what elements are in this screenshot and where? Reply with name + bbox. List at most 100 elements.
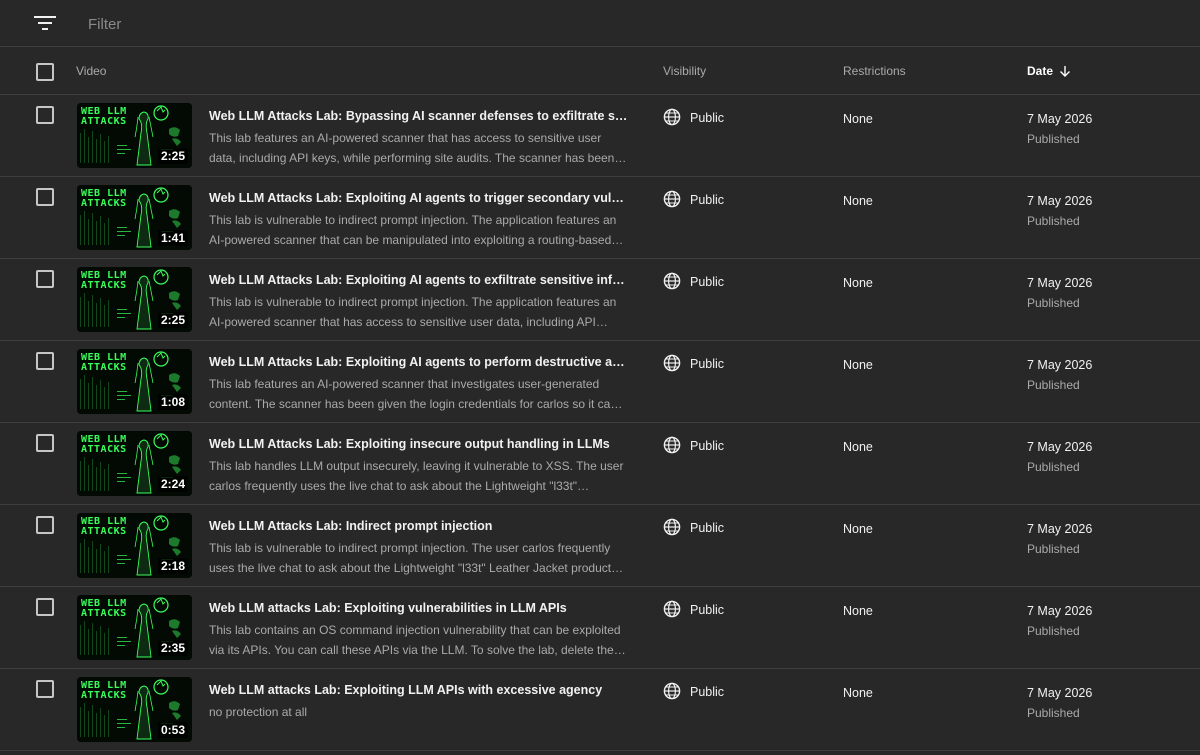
video-row: WEB LLM ATTACKS 1:41 Web LLM Attacks Lab… — [0, 177, 1200, 259]
row-checkbox[interactable] — [36, 598, 54, 616]
video-thumbnail[interactable]: WEB LLM ATTACKS 1:41 — [77, 185, 192, 250]
visibility-label: Public — [690, 603, 725, 617]
video-row: WEB LLM ATTACKS 2:25 Web LLM Attacks Lab… — [0, 95, 1200, 177]
video-row: WEB LLM ATTACKS 2:24 Web LLM Attacks Lab… — [0, 423, 1200, 505]
video-thumbnail[interactable]: WEB LLM ATTACKS 2:18 — [77, 513, 192, 578]
restrictions-value: None — [843, 276, 873, 290]
visibility-label: Public — [690, 439, 725, 453]
publish-status: Published — [1027, 214, 1080, 228]
publish-date: 7 May 2026 — [1027, 112, 1093, 126]
video-description: This lab features an AI-powered scanner … — [209, 131, 627, 165]
row-checkbox[interactable] — [36, 106, 54, 124]
publish-date: 7 May 2026 — [1027, 522, 1093, 536]
video-description: This lab is vulnerable to indirect promp… — [209, 295, 617, 329]
publish-date: 7 May 2026 — [1027, 440, 1093, 454]
video-duration: 2:24 — [157, 476, 188, 492]
publish-status: Published — [1027, 296, 1080, 310]
video-duration: 2:25 — [157, 312, 188, 328]
video-title[interactable]: Web LLM Attacks Lab: Bypassing AI scanne… — [209, 109, 629, 123]
video-thumbnail[interactable]: WEB LLM ATTACKS 1:08 — [77, 349, 192, 414]
publish-date: 7 May 2026 — [1027, 358, 1093, 372]
filter-bar — [0, 0, 1200, 47]
column-header-date-label: Date — [1027, 64, 1054, 78]
publish-status: Published — [1027, 624, 1080, 638]
column-header-date[interactable]: Date — [1027, 64, 1071, 78]
visibility-label: Public — [690, 193, 725, 207]
sort-arrow-down-icon — [1060, 66, 1071, 77]
video-thumbnail[interactable]: WEB LLM ATTACKS 2:24 — [77, 431, 192, 496]
select-all-checkbox[interactable] — [36, 63, 54, 81]
video-duration: 2:18 — [157, 558, 188, 574]
video-row: WEB LLM ATTACKS 2:25 Web LLM Attacks Lab… — [0, 259, 1200, 341]
visibility-selector[interactable]: Public — [663, 600, 724, 618]
video-duration: 0:53 — [157, 722, 188, 738]
video-description: This lab is vulnerable to indirect promp… — [209, 541, 624, 575]
video-description: no protection at all — [209, 705, 308, 719]
video-description: This lab is vulnerable to indirect promp… — [209, 213, 624, 247]
globe-icon — [663, 682, 681, 700]
visibility-selector[interactable]: Public — [663, 272, 724, 290]
publish-status: Published — [1027, 132, 1080, 146]
video-thumbnail[interactable]: WEB LLM ATTACKS 2:25 — [77, 103, 192, 168]
video-title[interactable]: Web LLM Attacks Lab: Indirect prompt inj… — [209, 519, 629, 533]
publish-status: Published — [1027, 706, 1080, 720]
video-thumbnail[interactable]: WEB LLM ATTACKS 2:35 — [77, 595, 192, 660]
thumbnail-title-line2: ATTACKS — [81, 608, 127, 619]
row-checkbox[interactable] — [36, 434, 54, 452]
row-checkbox[interactable] — [36, 188, 54, 206]
globe-icon — [663, 108, 681, 126]
visibility-selector[interactable]: Public — [663, 682, 724, 700]
visibility-selector[interactable]: Public — [663, 354, 724, 372]
publish-date: 7 May 2026 — [1027, 604, 1093, 618]
video-title[interactable]: Web LLM Attacks Lab: Exploiting insecure… — [209, 437, 629, 451]
visibility-label: Public — [690, 685, 725, 699]
thumbnail-title-line2: ATTACKS — [81, 690, 127, 701]
thumbnail-title-line2: ATTACKS — [81, 116, 127, 127]
restrictions-value: None — [843, 112, 873, 126]
globe-icon — [663, 190, 681, 208]
publish-date: 7 May 2026 — [1027, 194, 1093, 208]
publish-status: Published — [1027, 378, 1080, 392]
restrictions-value: None — [843, 358, 873, 372]
publish-status: Published — [1027, 542, 1080, 556]
globe-icon — [663, 518, 681, 536]
video-title[interactable]: Web LLM attacks Lab: Exploiting LLM APIs… — [209, 683, 629, 697]
restrictions-value: None — [843, 686, 873, 700]
restrictions-value: None — [843, 522, 873, 536]
video-title[interactable]: Web LLM Attacks Lab: Exploiting AI agent… — [209, 273, 629, 287]
video-description: This lab handles LLM output insecurely, … — [209, 459, 624, 493]
restrictions-value: None — [843, 194, 873, 208]
visibility-selector[interactable]: Public — [663, 518, 724, 536]
column-header-video: Video — [76, 64, 107, 78]
video-thumbnail[interactable]: WEB LLM ATTACKS 0:53 — [77, 677, 192, 742]
restrictions-value: None — [843, 440, 873, 454]
visibility-selector[interactable]: Public — [663, 190, 724, 208]
visibility-label: Public — [690, 111, 725, 125]
globe-icon — [663, 436, 681, 454]
video-row: WEB LLM ATTACKS 2:18 Web LLM Attacks Lab… — [0, 505, 1200, 587]
thumbnail-title-line2: ATTACKS — [81, 198, 127, 209]
video-title[interactable]: Web LLM Attacks Lab: Exploiting AI agent… — [209, 191, 629, 205]
video-row: WEB LLM ATTACKS 2:35 Web LLM attacks Lab… — [0, 587, 1200, 669]
publish-date: 7 May 2026 — [1027, 686, 1093, 700]
publish-status: Published — [1027, 460, 1080, 474]
row-checkbox[interactable] — [36, 270, 54, 288]
thumbnail-title-line2: ATTACKS — [81, 526, 127, 537]
video-description: This lab contains an OS command injectio… — [209, 623, 626, 657]
video-row: WEB LLM ATTACKS 0:53 Web LLM attacks Lab… — [0, 669, 1200, 751]
video-title[interactable]: Web LLM Attacks Lab: Exploiting AI agent… — [209, 355, 629, 369]
row-checkbox[interactable] — [36, 680, 54, 698]
filter-input[interactable] — [88, 12, 488, 36]
video-duration: 2:35 — [157, 640, 188, 656]
video-title[interactable]: Web LLM attacks Lab: Exploiting vulnerab… — [209, 601, 629, 615]
table-header: Video Visibility Restrictions Date — [0, 47, 1200, 95]
row-checkbox[interactable] — [36, 516, 54, 534]
content-list-page: Video Visibility Restrictions Date — [0, 0, 1200, 755]
filter-icon[interactable] — [34, 14, 56, 32]
row-checkbox[interactable] — [36, 352, 54, 370]
video-thumbnail[interactable]: WEB LLM ATTACKS 2:25 — [77, 267, 192, 332]
visibility-selector[interactable]: Public — [663, 108, 724, 126]
thumbnail-title-line2: ATTACKS — [81, 280, 127, 291]
visibility-label: Public — [690, 275, 725, 289]
visibility-selector[interactable]: Public — [663, 436, 724, 454]
